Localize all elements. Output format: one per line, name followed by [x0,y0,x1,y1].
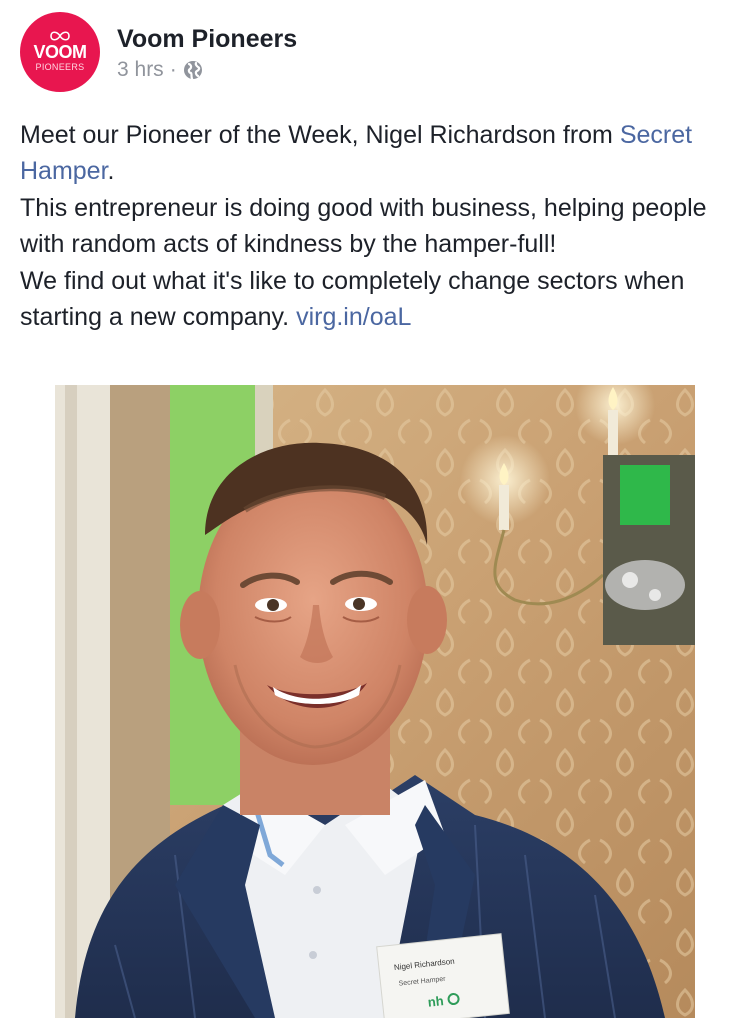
paragraph-1-text: Meet our Pioneer of the Week, Nigel Rich… [20,121,620,149]
page-avatar[interactable]: VOOM PIONEERS [20,12,100,92]
post-meta: 3 hrs · [117,58,297,82]
post-paragraph-1: Meet our Pioneer of the Week, Nigel Rich… [20,117,732,190]
meta-separator: · [169,58,177,81]
globe-icon[interactable] [183,60,203,80]
badge-logo: nh [427,993,444,1010]
paragraph-1-suffix: . [107,157,115,186]
post-paragraph-2: This entrepreneur is doing good with bus… [20,193,707,259]
avatar-brand-main: VOOM [33,42,87,62]
page-name-link[interactable]: Voom Pioneers [117,24,297,54]
post-photo[interactable]: Nigel Richardson Secret Hamper nh [55,385,695,1018]
portrait-illustration: Nigel Richardson Secret Hamper nh [55,385,695,1018]
post-text: Meet our Pioneer of the Week, Nigel Rich… [20,117,732,335]
post-timestamp[interactable]: 3 hrs [117,58,164,82]
header-text: Voom Pioneers 3 hrs · [117,24,297,82]
post-paragraph-3: We find out what it's like to completely… [20,263,732,336]
avatar-brand-sub: PIONEERS [35,62,85,72]
article-link[interactable]: virg.in/oaL [296,303,411,331]
infinity-icon [50,31,70,41]
post-header: VOOM PIONEERS Voom Pioneers 3 hrs · [20,12,297,92]
